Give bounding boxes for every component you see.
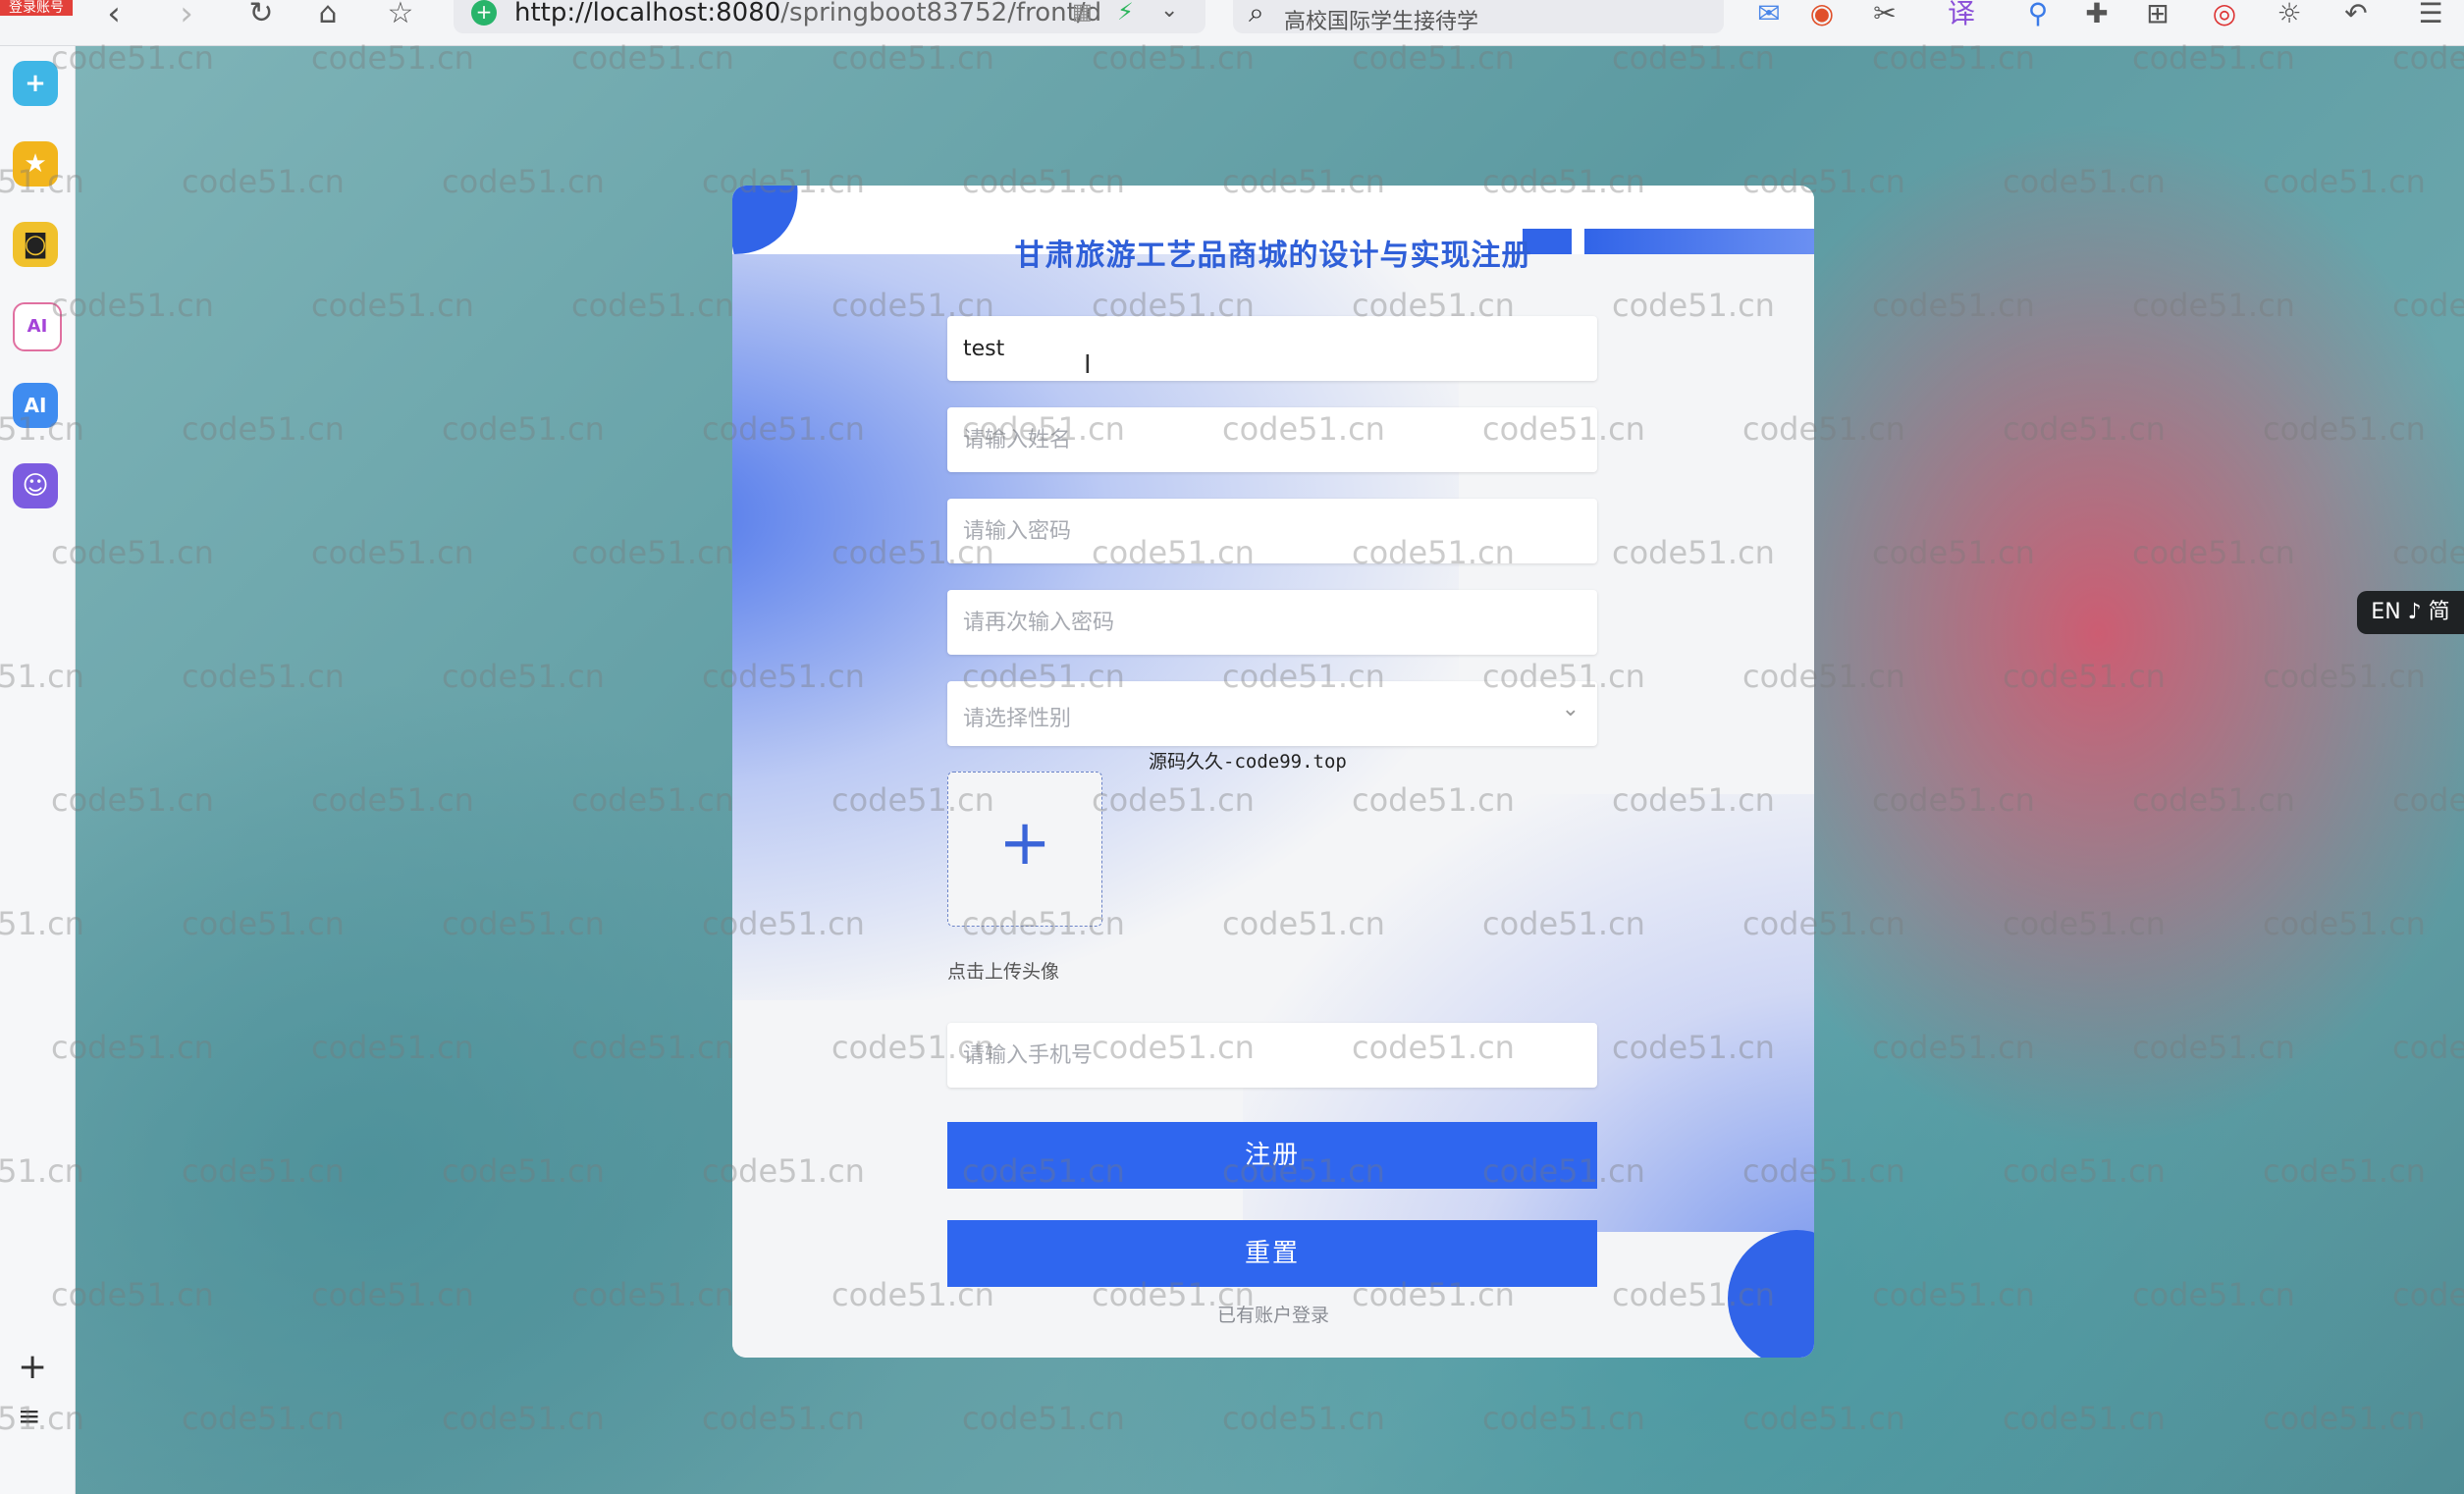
- address-text[interactable]: http://localhost:8080/springboot83752/fr…: [514, 0, 1101, 27]
- ai-square-app-icon[interactable]: AI: [13, 383, 58, 428]
- magnifier-icon[interactable]: ⚲: [2020, 0, 2056, 31]
- site-secure-icon: +: [471, 0, 497, 26]
- browser-sidebar: + ★ ◙ AI AI ☺ + ≡: [0, 45, 76, 1494]
- ai-assistant-icon[interactable]: ◎: [2207, 0, 2242, 31]
- ai-circle-app-icon[interactable]: AI: [13, 302, 62, 351]
- chevron-down-icon[interactable]: ⌄: [1160, 0, 1178, 23]
- sidebar-list-icon[interactable]: ≡: [18, 1400, 40, 1432]
- password-field[interactable]: [947, 499, 1597, 563]
- address-bar[interactable]: + http://localhost:8080/springboot83752/…: [454, 0, 1205, 33]
- password-input[interactable]: [947, 499, 1597, 563]
- grid-apps-icon[interactable]: ⊞: [2140, 0, 2175, 31]
- plus-icon: +: [998, 807, 1051, 880]
- corner-badge[interactable]: 登录账号: [0, 0, 73, 16]
- translate-icon[interactable]: 译: [1944, 0, 1979, 31]
- search-text[interactable]: 高校国际学生接待学: [1284, 4, 1478, 35]
- robot-app-icon[interactable]: ◙: [13, 222, 58, 267]
- avatar-upload[interactable]: +: [947, 772, 1102, 927]
- extensions-icon[interactable]: ✚: [2079, 0, 2115, 31]
- weibo-icon[interactable]: ◉: [1804, 0, 1840, 31]
- bookmark-star-icon[interactable]: ☆: [381, 0, 420, 31]
- qr-code-icon[interactable]: ▦: [1072, 0, 1093, 25]
- star-app-icon[interactable]: ★: [13, 141, 58, 187]
- forward-icon[interactable]: ›: [167, 0, 206, 31]
- theme-sun-icon[interactable]: ☼: [2272, 0, 2307, 31]
- menu-icon[interactable]: ☰: [2413, 0, 2448, 31]
- name-input[interactable]: [947, 407, 1597, 472]
- browser-toolbar: 登录账号 ‹ › ↻ ⌂ ☆ + http://localhost:8080/s…: [0, 0, 2464, 46]
- back-icon[interactable]: ‹: [94, 0, 134, 31]
- password-confirm-field[interactable]: [947, 590, 1597, 655]
- add-app-icon[interactable]: +: [13, 61, 58, 106]
- register-card: 甘肃旅游工艺品商城的设计与实现注册 I 请选择性别 ⌄ 源码久久-code99.…: [732, 186, 1814, 1358]
- add-sidebar-icon[interactable]: +: [18, 1347, 47, 1387]
- username-field[interactable]: [947, 316, 1597, 381]
- reset-button[interactable]: 重置: [947, 1220, 1597, 1287]
- gender-select-placeholder: 请选择性别: [963, 707, 1072, 731]
- upload-tip: 点击上传头像: [947, 961, 1060, 983]
- password-confirm-input[interactable]: [947, 590, 1597, 655]
- login-link[interactable]: 已有账户登录: [732, 1301, 1814, 1327]
- home-icon[interactable]: ⌂: [308, 0, 348, 31]
- gender-select[interactable]: 请选择性别 ⌄: [947, 681, 1597, 746]
- phone-input[interactable]: [947, 1023, 1597, 1088]
- chat-bot-app-icon[interactable]: ☺: [13, 463, 58, 508]
- mail-icon[interactable]: ✉: [1751, 0, 1787, 31]
- username-input[interactable]: [947, 316, 1597, 381]
- undo-icon[interactable]: ↶: [2338, 0, 2374, 31]
- chevron-down-icon[interactable]: ⌄: [1562, 697, 1580, 721]
- overlay-note: 源码久久-code99.top: [1149, 751, 1347, 773]
- speed-mode-icon[interactable]: ⚡: [1117, 0, 1134, 26]
- page-title: 甘肃旅游工艺品商城的设计与实现注册: [1014, 239, 1532, 273]
- ime-badge[interactable]: EN ♪ 简: [2357, 591, 2464, 634]
- scissors-icon[interactable]: ✂: [1867, 0, 1902, 31]
- phone-field[interactable]: [947, 1023, 1597, 1088]
- text-cursor-icon: I: [1084, 350, 1092, 380]
- search-icon: ⌕: [1249, 0, 1264, 28]
- register-button[interactable]: 注册: [947, 1122, 1597, 1189]
- reload-icon[interactable]: ↻: [241, 0, 281, 31]
- search-bar[interactable]: ⌕ 高校国际学生接待学: [1233, 0, 1724, 35]
- name-field[interactable]: [947, 407, 1597, 472]
